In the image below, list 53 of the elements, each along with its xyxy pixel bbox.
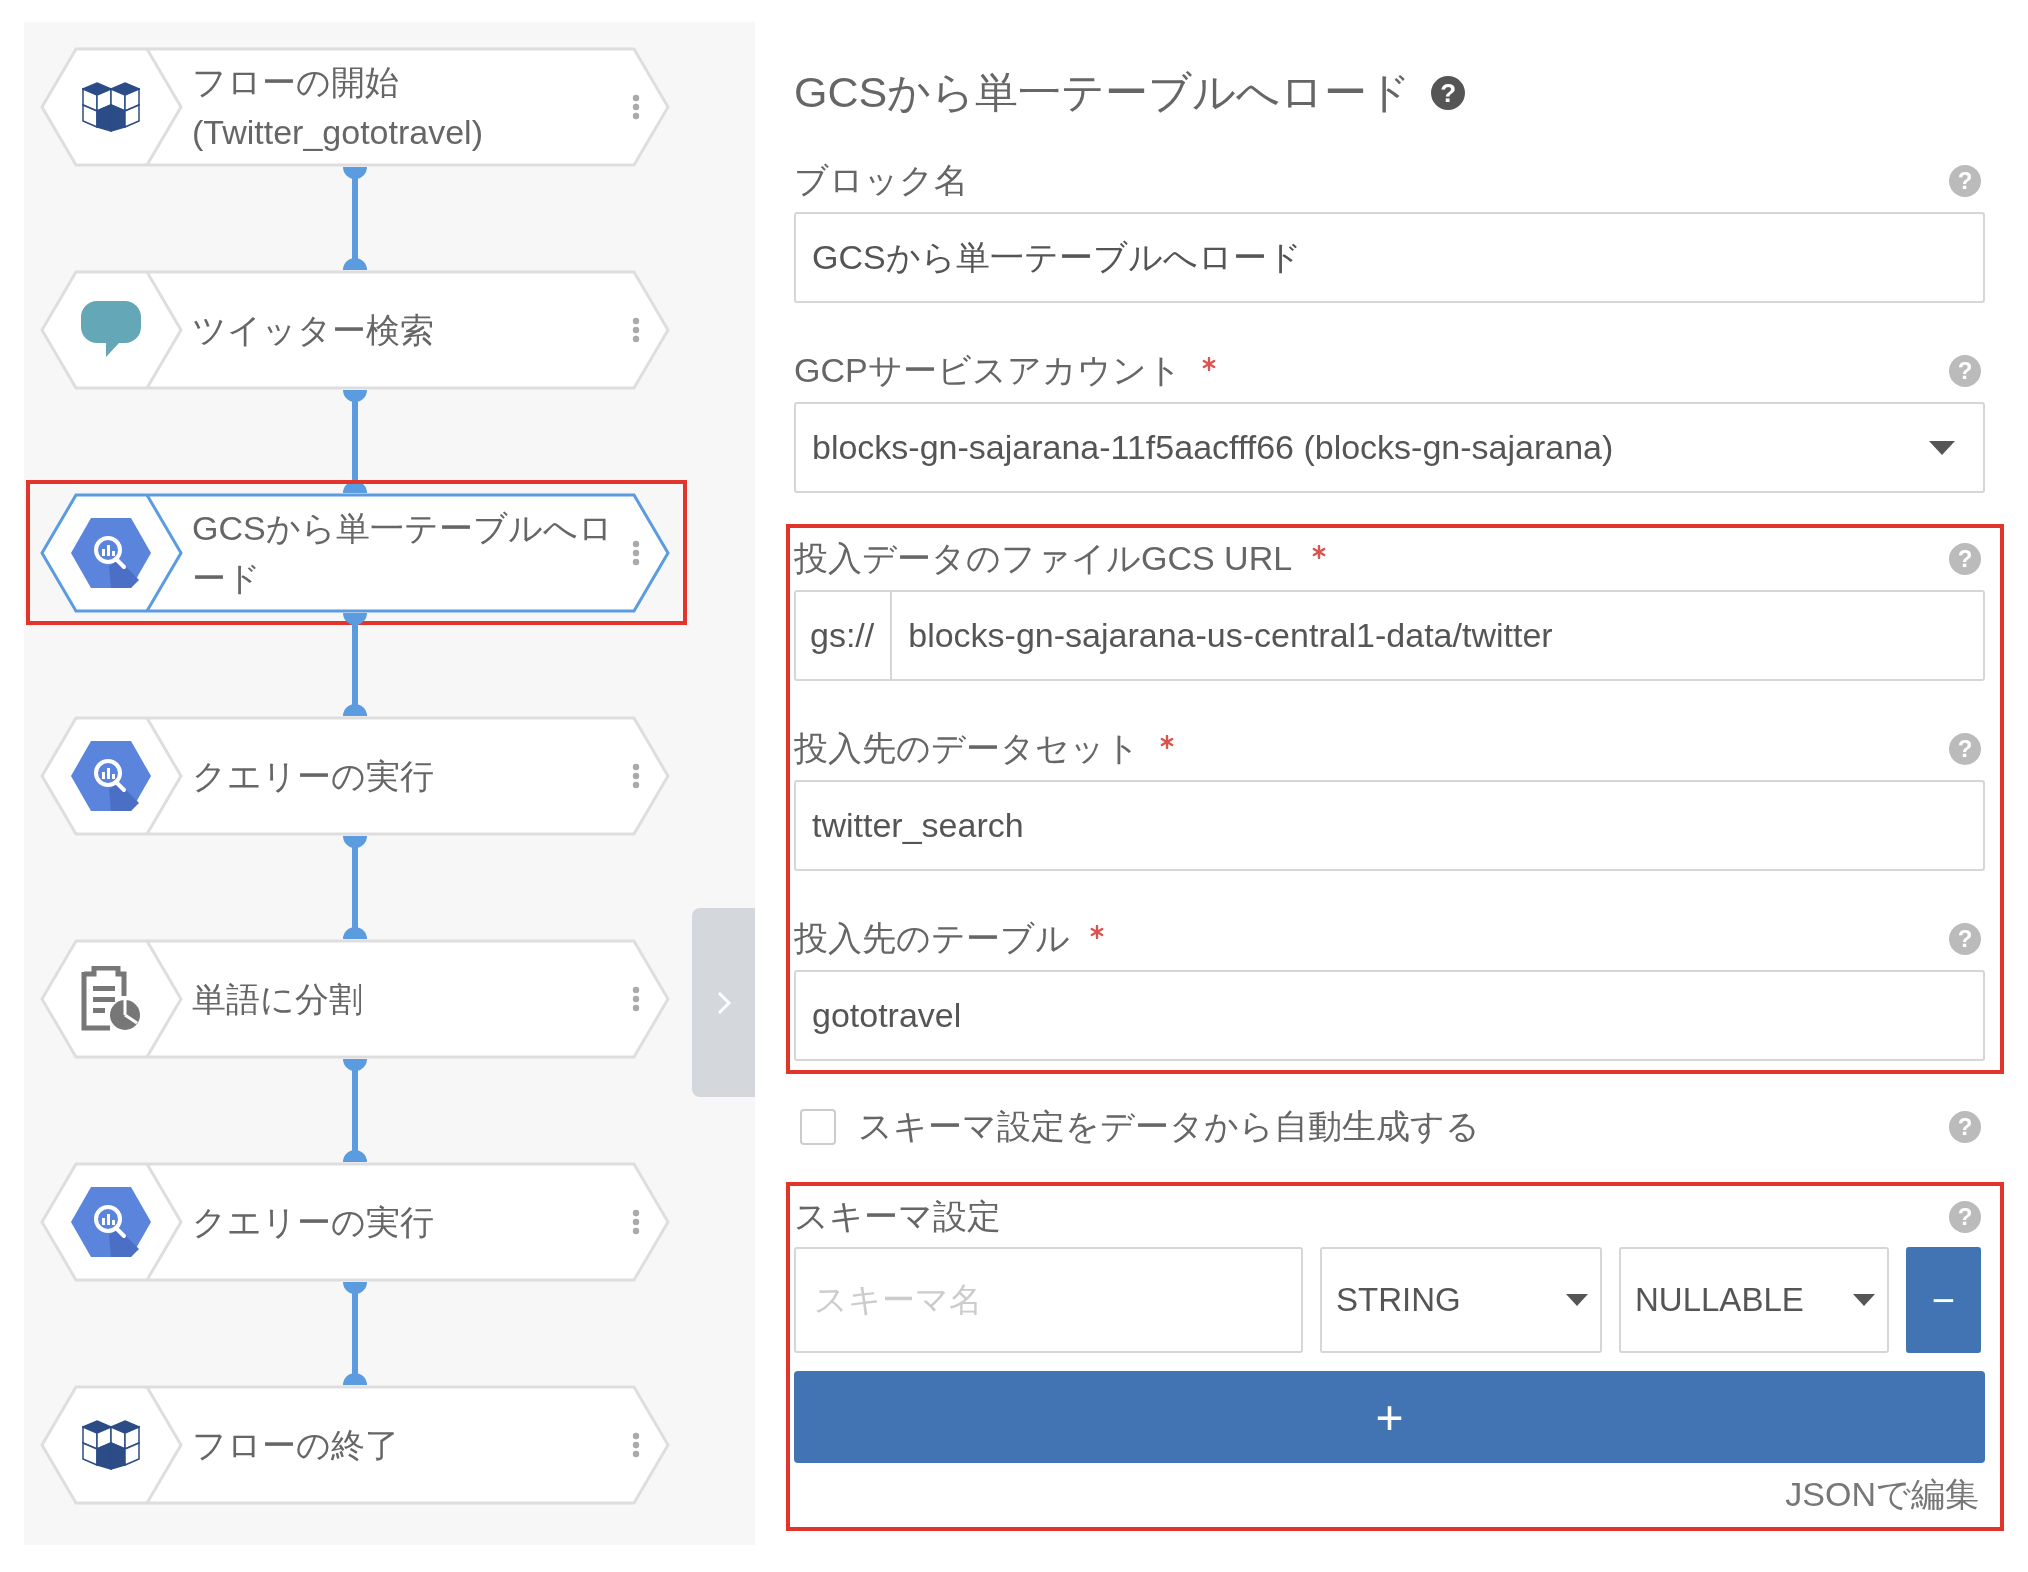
input-field[interactable]: twitter_search: [794, 780, 1985, 871]
cube-logo-icon: [82, 1420, 140, 1470]
node-title: ツイッター検索: [192, 310, 435, 351]
chevron-right-icon: [716, 990, 731, 1015]
flow-node[interactable]: GCSから単一テーブルへロード: [40, 493, 670, 613]
magnifier-hexagon-icon: [69, 516, 153, 590]
more-options-icon[interactable]: [632, 317, 640, 343]
dropdown[interactable]: STRING: [1320, 1247, 1602, 1353]
node-title: GCSから単一テーブルへロード: [192, 508, 614, 599]
node-title: 単語に分割: [192, 979, 364, 1020]
section-label: スキーマ設定: [794, 1196, 1001, 1237]
checkbox-label: スキーマ設定をデータから自動生成する: [858, 1106, 1480, 1147]
json-edit-link[interactable]: JSONで編集: [1785, 1470, 1979, 1518]
flow-node[interactable]: 単語に分割: [40, 939, 670, 1059]
add-button[interactable]: +: [794, 1371, 1985, 1463]
more-options-icon[interactable]: [632, 986, 640, 1012]
caret-icon: [1929, 440, 1955, 455]
dropdown[interactable]: blocks-gn-sajarana-11f5aacfff66 (blocks-gn-sajarana): [794, 402, 1985, 493]
remove-button[interactable]: −: [1906, 1247, 1981, 1353]
field-label: 投入先のテーブル: [794, 918, 1070, 959]
caret-icon: [1566, 1294, 1588, 1306]
flow-node[interactable]: フローの開始 (Twitter_gototravel): [40, 47, 670, 167]
flow-node[interactable]: クエリーの実行: [40, 716, 670, 836]
cube-logo-icon: [82, 82, 140, 132]
node-subtitle: (Twitter_gototravel): [192, 112, 484, 153]
caret-icon: [1853, 1294, 1875, 1306]
panel-title: GCSから単一テーブルへロード: [794, 67, 1412, 118]
field-label: GCPサービスアカウント: [794, 350, 1182, 391]
flow-node[interactable]: フローの終了: [40, 1385, 670, 1505]
flow-node[interactable]: ツイッター検索: [40, 270, 670, 390]
field-label: 投入データのファイルGCS URL: [794, 538, 1293, 579]
checkbox[interactable]: [800, 1109, 836, 1145]
dropdown[interactable]: NULLABLE: [1619, 1247, 1889, 1353]
node-title: クエリーの実行: [192, 1202, 435, 1243]
node-title: フローの終了: [192, 1425, 400, 1466]
node-title: クエリーの実行: [192, 756, 435, 797]
field-label: 投入先のデータセット: [794, 728, 1140, 769]
url-prefix: gs://: [810, 592, 893, 679]
more-options-icon[interactable]: [632, 94, 640, 120]
more-options-icon[interactable]: [632, 763, 640, 789]
document-chart-icon: [80, 966, 142, 1032]
input-field[interactable]: gototravel: [794, 970, 1985, 1061]
magnifier-hexagon-icon: [69, 1185, 153, 1259]
input-field[interactable]: GCSから単一テーブルへロード: [794, 212, 1985, 303]
magnifier-hexagon-icon: [69, 739, 153, 813]
flow-node[interactable]: クエリーの実行: [40, 1162, 670, 1282]
field-label: ブロック名: [794, 160, 968, 201]
more-options-icon[interactable]: [632, 540, 640, 566]
url-field[interactable]: gs:// blocks-gn-sajarana-us-central1-data/twitter: [794, 590, 1985, 681]
help-button[interactable]: ?: [1431, 76, 1466, 110]
more-options-icon[interactable]: [632, 1209, 640, 1235]
more-options-icon[interactable]: [632, 1432, 640, 1458]
node-title: フローの開始: [192, 62, 400, 103]
